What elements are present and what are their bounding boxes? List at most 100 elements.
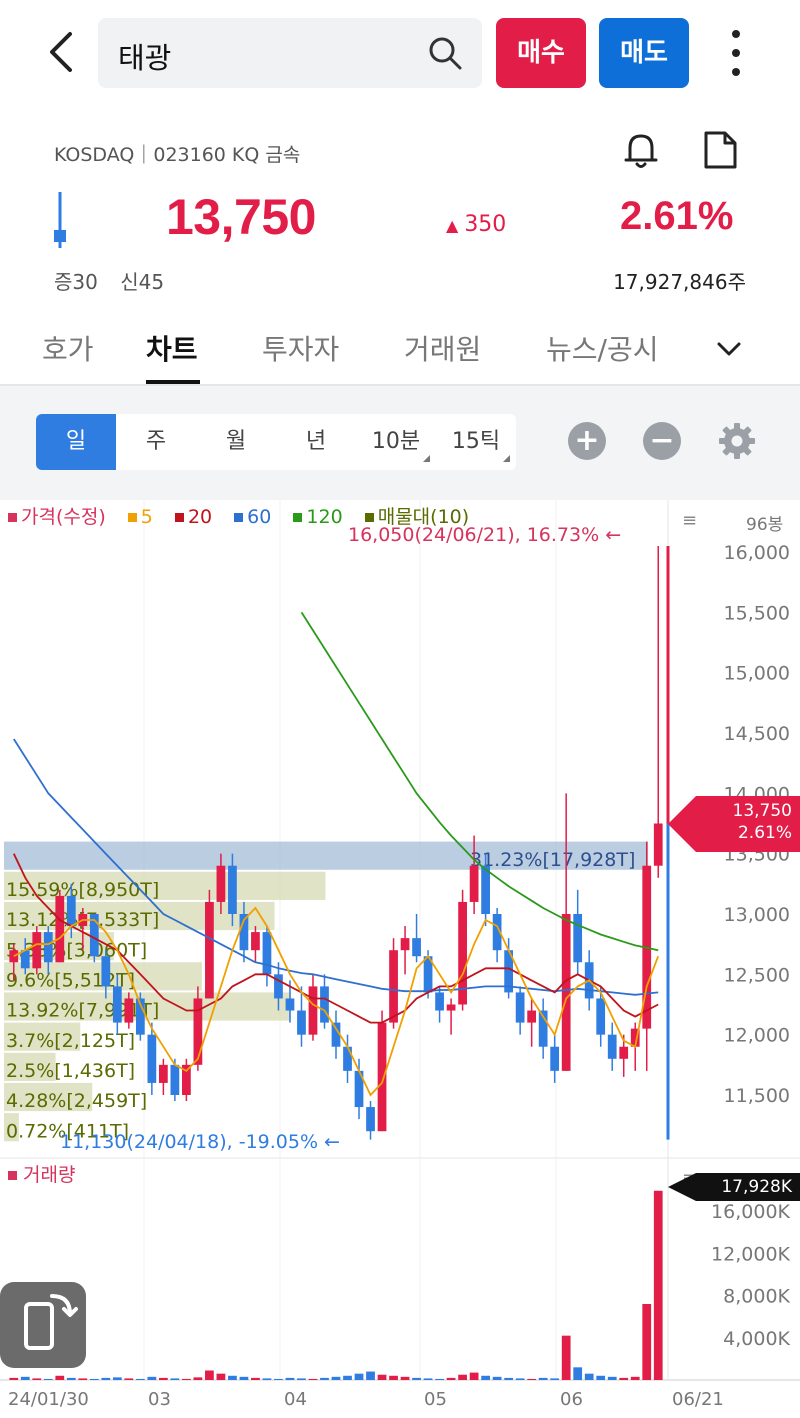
legend-ma20: 20 (174, 506, 220, 528)
candle-body (55, 895, 65, 963)
y-tick-label: 15,000 (724, 663, 790, 685)
volume-bar (170, 1378, 180, 1380)
back-arrow-icon[interactable] (40, 28, 88, 76)
legend-ma5: 5 (127, 506, 161, 528)
volume-bar (354, 1373, 364, 1380)
dropdown-corner-icon (503, 455, 510, 462)
gear-icon[interactable] (718, 422, 756, 460)
candle-body (400, 938, 410, 951)
volume-bar (9, 1377, 19, 1380)
rotate-phone-icon (24, 1294, 78, 1350)
volume-bar (205, 1370, 214, 1380)
y-tick-label: 14,500 (724, 723, 790, 745)
ma120-line (300, 611, 659, 952)
volume-bar (182, 1378, 191, 1380)
candle-body (653, 823, 663, 866)
chart-area[interactable]: 16,000 15,500 15,000 14,500 14,000 13,500 13,0… (0, 500, 800, 1418)
tab-news[interactable]: 뉴스/공시 (546, 328, 658, 368)
tab-chart[interactable]: 차트 (146, 328, 198, 368)
candle-body (412, 938, 421, 957)
tab-broker[interactable]: 거래원 (404, 328, 481, 368)
volume-bar (320, 1377, 329, 1380)
current-price-tag-value: 13,750 (732, 801, 792, 821)
current-price-tag-text: 13,750 2.61% (700, 800, 792, 844)
y-tick-label: 15,500 (724, 602, 790, 624)
volume-bar (630, 1376, 640, 1380)
candle-body (320, 986, 329, 1023)
document-icon[interactable] (702, 130, 738, 170)
zoom-out-icon[interactable]: − (643, 422, 681, 460)
candle-body (205, 901, 214, 999)
legend-price-swatch (8, 513, 17, 522)
rotate-screen-button[interactable] (0, 1282, 86, 1368)
legend-ma5-label: 5 (140, 506, 153, 528)
chevron-down-icon[interactable] (714, 334, 744, 364)
legend-ma120-label: 120 (306, 506, 343, 528)
legend-ma20-swatch (174, 513, 184, 522)
candle-body (101, 956, 111, 987)
y-tick-label: 12,000 (724, 1025, 790, 1047)
high-annotation: 16,050(24/06/21), 16.73% ← (348, 524, 622, 546)
period-15tick[interactable]: 15틱 (436, 414, 516, 470)
candle-body (527, 1010, 537, 1023)
bell-icon[interactable] (622, 130, 660, 170)
dropdown-corner-icon (423, 455, 430, 462)
candle-body (550, 1046, 560, 1071)
legend-ma20-label: 20 (187, 506, 213, 528)
volume-bar (573, 1367, 583, 1380)
chart-menu-icon[interactable]: ≡ (682, 510, 697, 531)
period-year[interactable]: 년 (276, 414, 356, 470)
volume-bar (124, 1378, 134, 1380)
volume-bar (412, 1377, 421, 1380)
period-day[interactable]: 일 (36, 414, 116, 470)
change-percent: 2.61% (620, 194, 734, 238)
volume-bar (423, 1378, 433, 1380)
chart-toolbar: 일 주 월 년 10분 15틱 + − (0, 386, 800, 500)
search-field[interactable]: 태광 (98, 18, 482, 88)
price-chart[interactable]: 16,00015,50015,00014,50014,00013,50013,0… (0, 500, 800, 1418)
margin-rate-2: 신45 (120, 270, 165, 294)
tab-investor[interactable]: 투자자 (262, 328, 339, 368)
candle-body (561, 914, 571, 1071)
candle-body (619, 1046, 629, 1059)
candle-body (343, 1046, 352, 1071)
candle-count: 96봉 (746, 515, 784, 535)
period-selector: 일 주 월 년 10분 15틱 (36, 414, 516, 470)
volume-bar (308, 1378, 318, 1380)
volume-profile-label: 3.7%[2,125T] (6, 1030, 135, 1052)
volume-bar (251, 1377, 260, 1380)
candle-body (596, 998, 606, 1035)
candle-body (112, 986, 122, 1023)
volume-bar (285, 1377, 295, 1380)
volume-bar (78, 1378, 88, 1380)
volume-bar (135, 1378, 145, 1380)
volume-bar (492, 1376, 502, 1380)
candle-body (607, 1034, 617, 1059)
more-vertical-icon[interactable] (718, 26, 754, 80)
price-change-value: 350 (464, 212, 507, 237)
candle-body (20, 950, 30, 969)
zoom-in-icon[interactable]: + (568, 422, 606, 460)
legend-price-label: 가격(수정) (21, 506, 106, 528)
sell-button[interactable]: 매도 (599, 18, 689, 88)
period-15tick-label: 15틱 (451, 429, 501, 454)
volume-profile-label: 4.28%[2,459T] (6, 1090, 147, 1112)
search-input[interactable]: 태광 (118, 35, 171, 77)
period-10min[interactable]: 10분 (356, 414, 436, 470)
volume-bar (619, 1377, 629, 1380)
candle-body (251, 932, 260, 951)
period-week[interactable]: 주 (116, 414, 196, 470)
candle-body (389, 950, 398, 1023)
candle-body (228, 865, 237, 914)
tab-orderbook[interactable]: 호가 (42, 328, 94, 368)
price-change: ▲ 350 (446, 212, 506, 237)
search-icon[interactable] (428, 36, 462, 70)
period-month[interactable]: 월 (196, 414, 276, 470)
legend-ma60-swatch (234, 513, 244, 522)
x-tick-label: 06/21 (672, 1389, 724, 1410)
candle-body (170, 1064, 180, 1095)
volume-bar (642, 1304, 652, 1380)
buy-button[interactable]: 매수 (496, 18, 586, 88)
volume-legend: 거래량 (8, 1160, 75, 1187)
x-tick-label: 05 (424, 1389, 447, 1410)
